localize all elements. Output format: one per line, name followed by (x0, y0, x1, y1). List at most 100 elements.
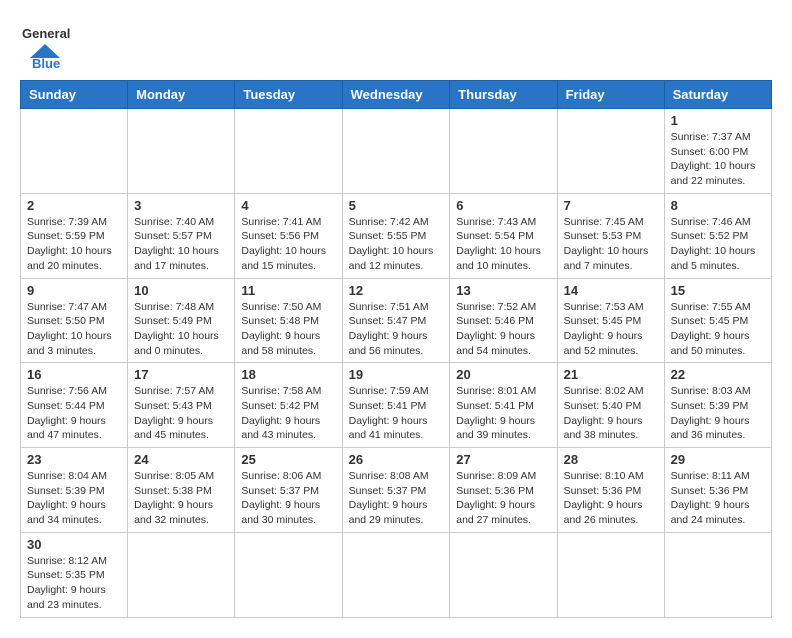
calendar-cell: 30 Sunrise: 8:12 AM Sunset: 5:35 PM Dayli… (21, 532, 128, 617)
day-number: 10 (134, 283, 228, 298)
page-header: General Blue (20, 20, 772, 70)
day-info: Sunrise: 7:42 AM Sunset: 5:55 PM Dayligh… (349, 215, 444, 274)
calendar-cell: 14Sunrise: 7:53 AM Sunset: 5:45 PM Dayli… (557, 278, 664, 363)
day-number: 2 (27, 198, 121, 213)
calendar-cell: 27Sunrise: 8:09 AM Sunset: 5:36 PM Dayli… (450, 448, 557, 533)
svg-text:Blue: Blue (32, 56, 60, 70)
calendar-cell: 25 Sunrise: 8:06 AM Sunset: 5:37 PM Dayli… (235, 448, 342, 533)
day-info: Sunrise: 7:55 AM Sunset: 5:45 PM Dayligh… (671, 300, 765, 359)
calendar-table: SundayMondayTuesdayWednesdayThursdayFrid… (20, 80, 772, 618)
day-number: 16 (27, 367, 121, 382)
logo-svg: General Blue (20, 20, 70, 70)
day-number: 3 (134, 198, 228, 213)
day-number: 5 (349, 198, 444, 213)
calendar-cell: 10 Sunrise: 7:48 AM Sunset: 5:49 PM Dayli… (128, 278, 235, 363)
day-number: 9 (27, 283, 121, 298)
calendar-cell: 13 Sunrise: 7:52 AM Sunset: 5:46 PM Dayli… (450, 278, 557, 363)
day-number: 15 (671, 283, 765, 298)
day-info: Sunrise: 7:41 AM Sunset: 5:56 PM Dayligh… (241, 215, 335, 274)
day-info: Sunrise: 7:59 AM Sunset: 5:41 PM Dayligh… (349, 384, 444, 443)
day-info: Sunrise: 7:57 AM Sunset: 5:43 PM Dayligh… (134, 384, 228, 443)
calendar-cell: 1Sunrise: 7:37 AM Sunset: 6:00 PM Daylig… (664, 109, 771, 194)
day-number: 1 (671, 113, 765, 128)
day-number: 24 (134, 452, 228, 467)
day-number: 23 (27, 452, 121, 467)
calendar-week-row: 23Sunrise: 8:04 AM Sunset: 5:39 PM Dayli… (21, 448, 772, 533)
weekday-header-tuesday: Tuesday (235, 81, 342, 109)
calendar-cell: 28Sunrise: 8:10 AM Sunset: 5:36 PM Dayli… (557, 448, 664, 533)
day-info: Sunrise: 8:11 AM Sunset: 5:36 PM Dayligh… (671, 469, 765, 528)
calendar-cell: 24 Sunrise: 8:05 AM Sunset: 5:38 PM Dayli… (128, 448, 235, 533)
day-number: 13 (456, 283, 550, 298)
weekday-header-monday: Monday (128, 81, 235, 109)
calendar-cell: 26 Sunrise: 8:08 AM Sunset: 5:37 PM Dayli… (342, 448, 450, 533)
calendar-cell (342, 109, 450, 194)
calendar-week-row: 9 Sunrise: 7:47 AM Sunset: 5:50 PM Daylig… (21, 278, 772, 363)
calendar-cell: 3 Sunrise: 7:40 AM Sunset: 5:57 PM Daylig… (128, 193, 235, 278)
day-number: 21 (564, 367, 658, 382)
day-info: Sunrise: 7:50 AM Sunset: 5:48 PM Dayligh… (241, 300, 335, 359)
day-number: 14 (564, 283, 658, 298)
day-number: 6 (456, 198, 550, 213)
calendar-cell: 6Sunrise: 7:43 AM Sunset: 5:54 PM Daylig… (450, 193, 557, 278)
day-info: Sunrise: 8:06 AM Sunset: 5:37 PM Dayligh… (241, 469, 335, 528)
day-number: 25 (241, 452, 335, 467)
day-number: 18 (241, 367, 335, 382)
calendar-cell: 8Sunrise: 7:46 AM Sunset: 5:52 PM Daylig… (664, 193, 771, 278)
calendar-cell (342, 532, 450, 617)
day-number: 19 (349, 367, 444, 382)
weekday-header-sunday: Sunday (21, 81, 128, 109)
day-number: 29 (671, 452, 765, 467)
calendar-week-row: 30 Sunrise: 8:12 AM Sunset: 5:35 PM Dayli… (21, 532, 772, 617)
calendar-cell (557, 532, 664, 617)
weekday-header-wednesday: Wednesday (342, 81, 450, 109)
calendar-cell: 7 Sunrise: 7:45 AM Sunset: 5:53 PM Daylig… (557, 193, 664, 278)
calendar-cell: 22Sunrise: 8:03 AM Sunset: 5:39 PM Dayli… (664, 363, 771, 448)
day-info: Sunrise: 7:58 AM Sunset: 5:42 PM Dayligh… (241, 384, 335, 443)
weekday-header-saturday: Saturday (664, 81, 771, 109)
day-number: 22 (671, 367, 765, 382)
day-info: Sunrise: 8:12 AM Sunset: 5:35 PM Dayligh… (27, 554, 121, 613)
day-number: 7 (564, 198, 658, 213)
day-info: Sunrise: 7:47 AM Sunset: 5:50 PM Dayligh… (27, 300, 121, 359)
calendar-cell: 12 Sunrise: 7:51 AM Sunset: 5:47 PM Dayli… (342, 278, 450, 363)
day-info: Sunrise: 7:52 AM Sunset: 5:46 PM Dayligh… (456, 300, 550, 359)
calendar-cell: 17 Sunrise: 7:57 AM Sunset: 5:43 PM Dayli… (128, 363, 235, 448)
day-info: Sunrise: 8:05 AM Sunset: 5:38 PM Dayligh… (134, 469, 228, 528)
day-number: 8 (671, 198, 765, 213)
calendar-cell: 20Sunrise: 8:01 AM Sunset: 5:41 PM Dayli… (450, 363, 557, 448)
logo: General Blue (20, 20, 70, 70)
calendar-cell (21, 109, 128, 194)
day-number: 17 (134, 367, 228, 382)
day-info: Sunrise: 8:08 AM Sunset: 5:37 PM Dayligh… (349, 469, 444, 528)
day-number: 26 (349, 452, 444, 467)
calendar-cell (128, 109, 235, 194)
calendar-cell: 19 Sunrise: 7:59 AM Sunset: 5:41 PM Dayli… (342, 363, 450, 448)
day-number: 30 (27, 537, 121, 552)
day-info: Sunrise: 7:45 AM Sunset: 5:53 PM Dayligh… (564, 215, 658, 274)
weekday-header-friday: Friday (557, 81, 664, 109)
calendar-cell: 9 Sunrise: 7:47 AM Sunset: 5:50 PM Daylig… (21, 278, 128, 363)
calendar-cell (664, 532, 771, 617)
calendar-week-row: 1Sunrise: 7:37 AM Sunset: 6:00 PM Daylig… (21, 109, 772, 194)
calendar-week-row: 16 Sunrise: 7:56 AM Sunset: 5:44 PM Dayli… (21, 363, 772, 448)
weekday-header-row: SundayMondayTuesdayWednesdayThursdayFrid… (21, 81, 772, 109)
day-info: Sunrise: 7:40 AM Sunset: 5:57 PM Dayligh… (134, 215, 228, 274)
day-info: Sunrise: 8:10 AM Sunset: 5:36 PM Dayligh… (564, 469, 658, 528)
weekday-header-thursday: Thursday (450, 81, 557, 109)
calendar-cell: 11 Sunrise: 7:50 AM Sunset: 5:48 PM Dayli… (235, 278, 342, 363)
calendar-cell: 5 Sunrise: 7:42 AM Sunset: 5:55 PM Daylig… (342, 193, 450, 278)
calendar-cell (557, 109, 664, 194)
day-number: 11 (241, 283, 335, 298)
calendar-cell: 18 Sunrise: 7:58 AM Sunset: 5:42 PM Dayli… (235, 363, 342, 448)
day-info: Sunrise: 7:39 AM Sunset: 5:59 PM Dayligh… (27, 215, 121, 274)
day-info: Sunrise: 7:56 AM Sunset: 5:44 PM Dayligh… (27, 384, 121, 443)
day-info: Sunrise: 7:51 AM Sunset: 5:47 PM Dayligh… (349, 300, 444, 359)
day-info: Sunrise: 8:02 AM Sunset: 5:40 PM Dayligh… (564, 384, 658, 443)
calendar-cell: 15 Sunrise: 7:55 AM Sunset: 5:45 PM Dayli… (664, 278, 771, 363)
day-number: 12 (349, 283, 444, 298)
day-info: Sunrise: 7:48 AM Sunset: 5:49 PM Dayligh… (134, 300, 228, 359)
day-number: 20 (456, 367, 550, 382)
calendar-cell: 16 Sunrise: 7:56 AM Sunset: 5:44 PM Dayli… (21, 363, 128, 448)
day-number: 4 (241, 198, 335, 213)
